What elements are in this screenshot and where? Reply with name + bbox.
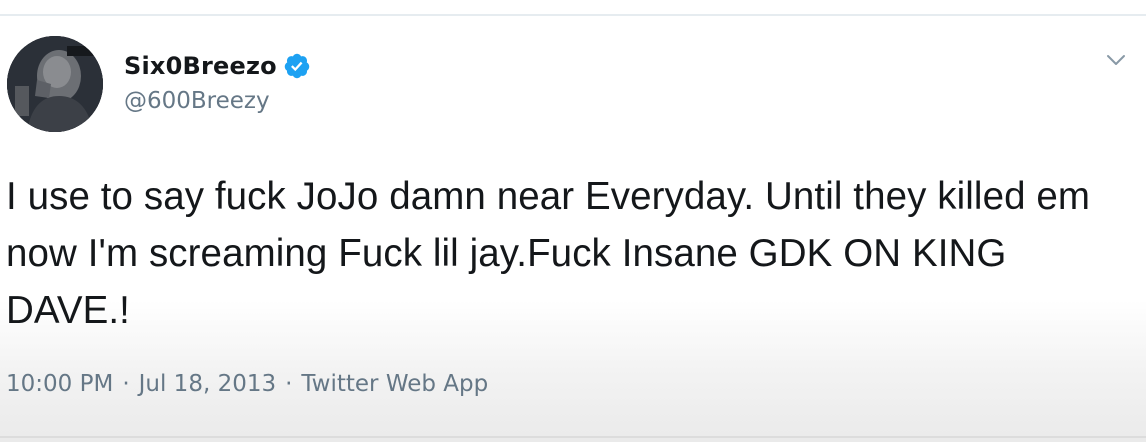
verified-badge-icon bbox=[283, 52, 311, 80]
tweet-date[interactable]: Jul 18, 2013 bbox=[139, 371, 276, 397]
author-handle[interactable]: @600Breezy bbox=[124, 88, 270, 114]
author-name-row: Six0Breezo bbox=[124, 49, 311, 83]
tweet-metadata: 10:00 PM · Jul 18, 2013 · Twitter Web Ap… bbox=[6, 371, 488, 397]
chevron-down-icon[interactable] bbox=[1104, 50, 1128, 70]
separator-dot: · bbox=[122, 371, 130, 397]
profile-photo-icon bbox=[7, 36, 103, 132]
tweet-text: I use to say fuck JoJo damn near Everyda… bbox=[6, 175, 1101, 332]
avatar[interactable] bbox=[7, 36, 103, 132]
display-name[interactable]: Six0Breezo bbox=[124, 52, 277, 80]
separator-dot: · bbox=[285, 371, 293, 397]
tweet-source[interactable]: Twitter Web App bbox=[301, 371, 488, 397]
tweet-time[interactable]: 10:00 PM bbox=[6, 371, 113, 397]
top-divider bbox=[0, 14, 1146, 16]
bottom-divider bbox=[0, 436, 1146, 438]
